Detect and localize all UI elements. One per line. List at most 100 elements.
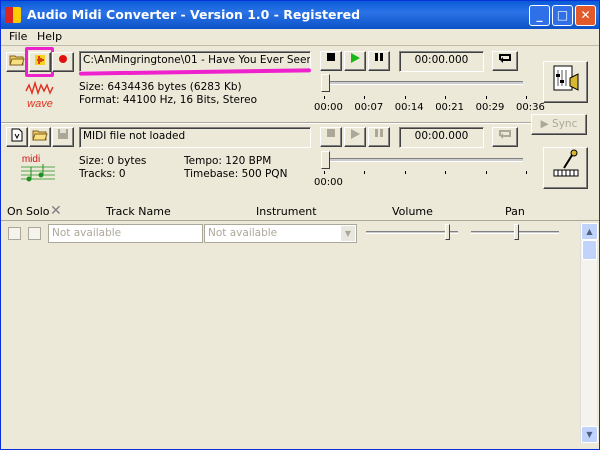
- vertical-scrollbar[interactable]: ▲ ▼: [580, 223, 598, 443]
- section-divider: [1, 122, 531, 124]
- midi-logo: midi: [19, 153, 57, 187]
- tick-mark: [324, 96, 325, 99]
- play-icon: [351, 53, 360, 63]
- audio-format-label: Format: 44100 Hz, 16 Bits, Stereo: [79, 94, 257, 106]
- audio-loop-button[interactable]: [492, 51, 518, 71]
- stop-icon: [327, 129, 335, 137]
- tick-mark: [404, 171, 406, 174]
- menu-help[interactable]: Help: [37, 30, 62, 43]
- open-folder-icon: [32, 130, 48, 141]
- audio-seek-track[interactable]: [323, 81, 523, 85]
- app-window: Audio Midi Converter - Version 1.0 - Reg…: [0, 0, 600, 450]
- track-solo-checkbox[interactable]: [28, 227, 41, 240]
- open-midi-button[interactable]: [29, 127, 51, 147]
- menu-file[interactable]: File: [9, 30, 27, 43]
- tick-label: 00:00: [314, 177, 343, 188]
- record-icon: [59, 55, 67, 63]
- midi-seek-thumb[interactable]: [321, 151, 330, 169]
- tick-mark: [526, 96, 527, 99]
- tick-mark: [364, 96, 366, 99]
- scroll-down-icon[interactable]: ▼: [581, 426, 598, 443]
- col-volume[interactable]: Volume: [392, 205, 433, 218]
- save-midi-button[interactable]: [52, 127, 74, 147]
- midi-stop-button[interactable]: [320, 127, 342, 147]
- menu-bar: File Help: [1, 29, 599, 46]
- sync-arrow-icon: ▶: [540, 118, 553, 130]
- col-solo[interactable]: Solo: [26, 205, 50, 218]
- sync-label: Sync: [552, 118, 578, 130]
- midi-play-button[interactable]: [344, 127, 366, 147]
- new-midi-button[interactable]: [6, 127, 28, 147]
- midi-pause-button[interactable]: [368, 127, 390, 147]
- midi-status-field[interactable]: MIDI file not loaded: [79, 127, 311, 148]
- tick-mark: [445, 171, 447, 174]
- col-on[interactable]: On: [7, 205, 23, 218]
- tick-label: 00:07: [354, 102, 384, 113]
- clear-solo-icon[interactable]: ✕: [50, 203, 62, 219]
- tick-mark: [364, 171, 366, 174]
- new-document-icon: [11, 128, 23, 142]
- svg-text:midi: midi: [22, 154, 40, 165]
- track-on-checkbox[interactable]: [8, 227, 21, 240]
- instrument-value: Not available: [208, 227, 278, 239]
- tick-label: 00:14: [394, 102, 424, 113]
- scroll-thumb[interactable]: [582, 240, 597, 260]
- track-list: Not available Not available ▼: [1, 221, 581, 447]
- loop-icon: [499, 130, 511, 139]
- record-audio-button[interactable]: [52, 52, 74, 72]
- midi-size-label: Size: 0 bytes: [79, 155, 147, 167]
- pan-slider-thumb[interactable]: [514, 224, 519, 240]
- midi-tracks-label: Tracks: 0: [79, 168, 126, 180]
- mixer-icon: [553, 65, 578, 91]
- tick-label: 00:36: [516, 102, 545, 113]
- svg-text:wave: wave: [27, 98, 53, 109]
- scroll-up-icon[interactable]: ▲: [581, 223, 598, 240]
- midi-time-display: 00:00.000: [399, 127, 484, 148]
- tick-mark: [324, 171, 325, 174]
- track-name-field[interactable]: Not available: [48, 224, 203, 243]
- wave-logo: wave: [24, 80, 54, 110]
- midi-timebase-label: Timebase: 500 PQN: [184, 168, 288, 180]
- audio-stop-button[interactable]: [320, 51, 342, 71]
- play-icon: [351, 129, 360, 139]
- app-icon: [5, 7, 21, 23]
- open-folder-icon: [9, 55, 25, 66]
- col-pan[interactable]: Pan: [505, 205, 525, 218]
- midi-seek-track[interactable]: [323, 158, 523, 162]
- volume-slider-thumb[interactable]: [445, 224, 451, 240]
- audio-pause-button[interactable]: [368, 51, 390, 71]
- tick-mark: [485, 171, 487, 174]
- audio-seek-thumb[interactable]: [321, 74, 330, 92]
- tick-mark: [526, 171, 527, 174]
- tick-label: 00:29: [475, 102, 505, 113]
- instrument-select[interactable]: Not available ▼: [204, 224, 357, 243]
- minimize-button[interactable]: _: [529, 5, 550, 26]
- midi-to-audio-button[interactable]: [543, 147, 588, 189]
- tick-label: 00:21: [435, 102, 465, 113]
- title-bar: Audio Midi Converter - Version 1.0 - Reg…: [1, 1, 599, 29]
- col-track-name[interactable]: Track Name: [106, 205, 171, 218]
- volume-track[interactable]: [366, 231, 458, 234]
- piano-icon: [553, 149, 578, 177]
- audio-time-display: 00:00.000: [399, 51, 484, 72]
- pause-icon: [375, 53, 383, 61]
- stop-icon: [327, 53, 335, 61]
- chevron-down-icon[interactable]: ▼: [341, 226, 355, 241]
- midi-loop-button[interactable]: [492, 127, 518, 147]
- tick-mark: [404, 96, 406, 99]
- midi-tempo-label: Tempo: 120 BPM: [184, 155, 272, 167]
- audio-play-button[interactable]: [344, 51, 366, 71]
- tick-mark: [485, 96, 487, 99]
- maximize-button[interactable]: □: [552, 5, 573, 26]
- pause-icon: [375, 129, 383, 137]
- save-disk-icon: [58, 129, 68, 139]
- audio-to-midi-button[interactable]: [543, 61, 588, 103]
- close-button[interactable]: ✕: [575, 5, 596, 26]
- highlight-box: [25, 47, 54, 77]
- tick-mark: [445, 96, 447, 99]
- midi-time-ticks: 00:00: [314, 171, 536, 201]
- loop-icon: [499, 54, 511, 63]
- audio-size-label: Size: 6434436 bytes (6283 Kb): [79, 81, 242, 93]
- sync-button[interactable]: ▶ Sync: [531, 114, 587, 135]
- col-instrument[interactable]: Instrument: [256, 205, 317, 218]
